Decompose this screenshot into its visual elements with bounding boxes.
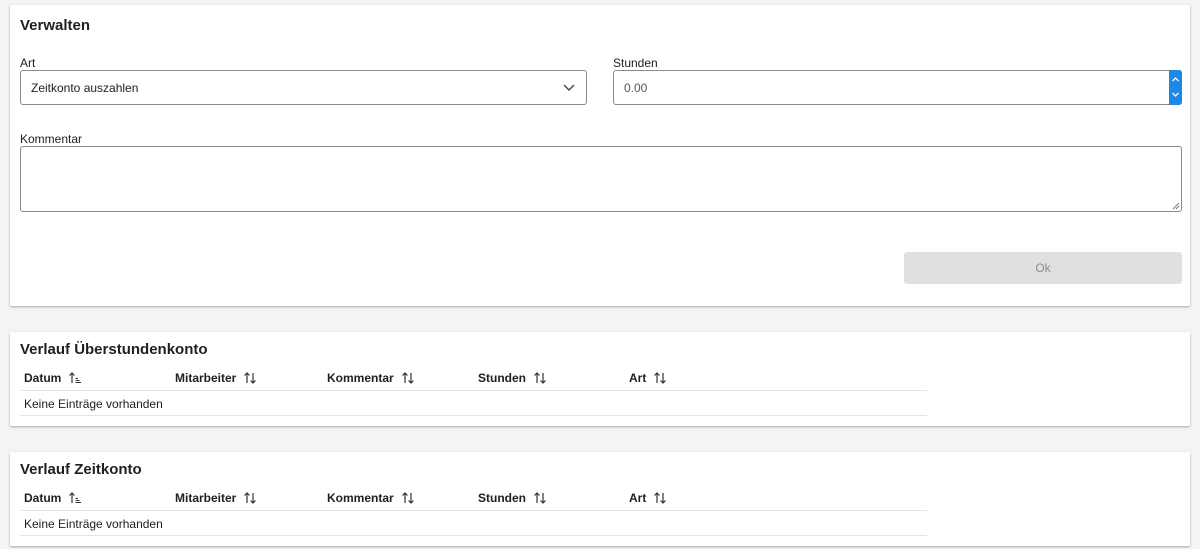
column-header-label: Kommentar: [327, 371, 394, 385]
column-header-label: Stunden: [478, 371, 526, 385]
column-header-label: Stunden: [478, 491, 526, 505]
resize-handle-icon[interactable]: [1172, 202, 1180, 210]
hours-label: Stunden: [613, 56, 658, 70]
sort-ascending-icon[interactable]: [68, 491, 82, 505]
column-header-datum[interactable]: Datum: [24, 371, 82, 385]
chevron-down-icon[interactable]: [1171, 90, 1180, 99]
type-label: Art: [20, 56, 36, 70]
timeaccount-history-table: Datum Mitarbeiter Kommentar Stunden Art …: [20, 486, 927, 536]
column-header-label: Art: [629, 371, 647, 385]
sort-both-icon[interactable]: [243, 491, 257, 505]
type-select-value: Zeitkonto auszahlen: [31, 81, 139, 95]
hours-spinner[interactable]: [1169, 70, 1182, 105]
empty-message: Keine Einträge vorhanden: [24, 517, 163, 531]
manage-card: Verwalten Art Zeitkonto auszahlen Stunde…: [10, 5, 1190, 306]
column-header-label: Datum: [24, 371, 62, 385]
column-header-label: Mitarbeiter: [175, 491, 237, 505]
column-header-kommentar[interactable]: Kommentar: [327, 491, 415, 505]
hours-input-value: 0.00: [624, 81, 648, 95]
table-header: Datum Mitarbeiter Kommentar Stunden Art: [20, 366, 927, 391]
column-header-art[interactable]: Art: [629, 491, 667, 505]
sort-both-icon[interactable]: [401, 491, 415, 505]
sort-both-icon[interactable]: [401, 371, 415, 385]
sort-both-icon[interactable]: [653, 491, 667, 505]
chevron-up-icon[interactable]: [1171, 75, 1180, 84]
sort-both-icon[interactable]: [653, 371, 667, 385]
column-header-stunden[interactable]: Stunden: [478, 491, 547, 505]
table-header: Datum Mitarbeiter Kommentar Stunden Art: [20, 486, 927, 511]
column-header-label: Kommentar: [327, 491, 394, 505]
chevron-down-icon: [563, 84, 575, 91]
overtime-history-card: Verlauf Überstundenkonto Datum Mitarbeit…: [10, 332, 1190, 426]
timeaccount-history-card: Verlauf Zeitkonto Datum Mitarbeiter Komm…: [10, 452, 1190, 546]
manage-title: Verwalten: [20, 17, 91, 34]
column-header-label: Art: [629, 491, 647, 505]
sort-both-icon[interactable]: [243, 371, 257, 385]
column-header-datum[interactable]: Datum: [24, 491, 82, 505]
column-header-mitarbeiter[interactable]: Mitarbeiter: [175, 371, 257, 385]
column-header-mitarbeiter[interactable]: Mitarbeiter: [175, 491, 257, 505]
type-select[interactable]: Zeitkonto auszahlen: [20, 70, 587, 105]
empty-message: Keine Einträge vorhanden: [24, 397, 163, 411]
sort-both-icon[interactable]: [533, 371, 547, 385]
column-header-label: Mitarbeiter: [175, 371, 237, 385]
sort-both-icon[interactable]: [533, 491, 547, 505]
sort-ascending-icon[interactable]: [68, 371, 82, 385]
comment-textarea[interactable]: [20, 146, 1182, 212]
table-row-empty: Keine Einträge vorhanden: [20, 511, 927, 536]
column-header-kommentar[interactable]: Kommentar: [327, 371, 415, 385]
table-row-empty: Keine Einträge vorhanden: [20, 391, 927, 416]
ok-button[interactable]: Ok: [904, 252, 1182, 284]
overtime-history-table: Datum Mitarbeiter Kommentar Stunden Art …: [20, 366, 927, 416]
column-header-stunden[interactable]: Stunden: [478, 371, 547, 385]
column-header-label: Datum: [24, 491, 62, 505]
timeaccount-history-title: Verlauf Zeitkonto: [20, 461, 142, 478]
comment-label: Kommentar: [20, 132, 83, 146]
column-header-art[interactable]: Art: [629, 371, 667, 385]
hours-input[interactable]: 0.00: [613, 70, 1182, 105]
overtime-history-title: Verlauf Überstundenkonto: [20, 341, 208, 358]
